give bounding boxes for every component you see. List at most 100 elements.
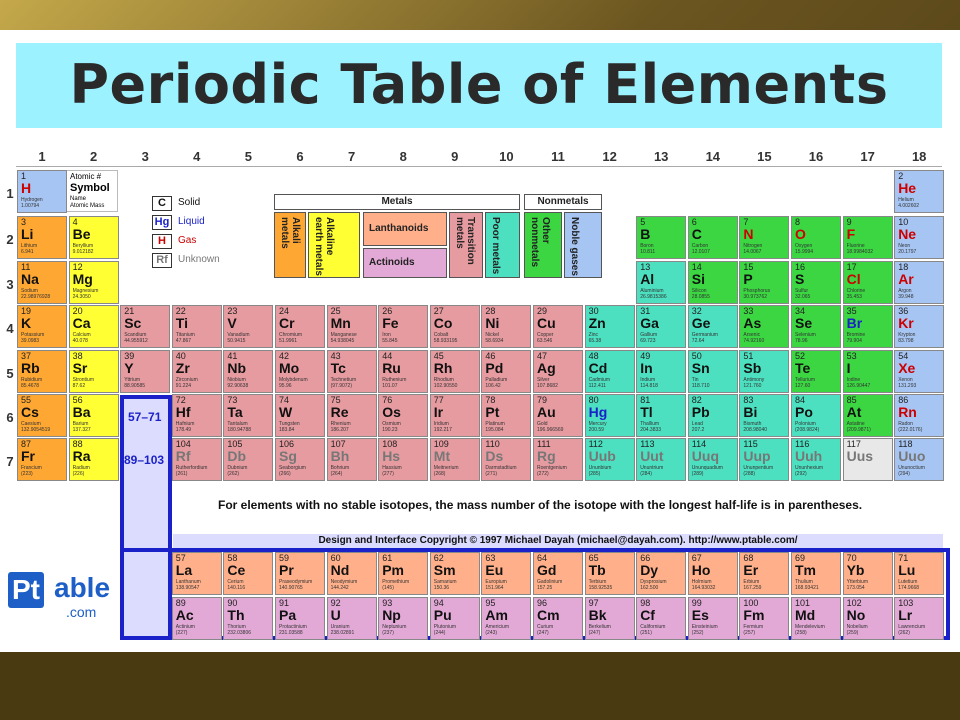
element-cell: 1 H Hydrogen 1.00794 [17,170,67,213]
element-cell: 98 Cf Californium (251) [636,597,687,640]
atomic-mass: 118.710 [691,383,710,389]
group-number: 13 [653,149,669,164]
element-symbol: Br [846,315,863,331]
element-symbol: Pd [485,360,504,376]
element-cell: 31 Ga Gallium 69.723 [636,305,687,348]
element-symbol: No [846,607,866,623]
element-cell: 50 Sn Tin 118.710 [687,350,738,393]
element-cell: 11 Na Sodium 22.98976928 [17,261,67,304]
element-cell: 26 Fe Iron 55.845 [378,305,429,348]
state-symbol: Hg [152,215,172,230]
element-cell: 52 Te Tellurium 127.60 [791,350,841,393]
element-cell: 24 Cr Chromium 51.9961 [275,305,325,348]
period-number: 6 [6,410,14,425]
atomic-mass: (289) [691,471,704,477]
element-symbol: Bh [330,448,350,464]
atomic-mass: (261) [175,471,188,477]
atomic-mass: (97.9072) [330,383,352,389]
element-symbol: Hg [588,404,608,420]
atomic-mass: 47.867 [175,338,192,344]
element-symbol: Cd [588,360,608,376]
state-symbol: C [152,196,172,211]
atomic-mass: (262) [227,471,240,477]
element-cell: 63 Eu Europium 151.964 [481,552,532,595]
element-symbol: Pr [279,562,294,578]
element-cell: 48 Cd Cadmium 112.411 [584,350,635,393]
element-symbol: Th [227,607,245,623]
element-symbol: Ag [537,360,556,376]
element-cell: 54 Xe Xenon 131.293 [894,350,945,393]
element-cell: 47 Ag Silver 107.8682 [533,350,583,393]
legend-actinoids-label: Actinoids [369,257,415,268]
element-symbol: Er [743,562,759,578]
element-cell: 6 C Carbon 12.0107 [687,216,738,259]
element-symbol: Ge [691,315,711,331]
element-symbol: Fm [743,607,765,623]
element-symbol: N [743,226,754,242]
atomic-mass: 192.217 [433,427,452,433]
atomic-mass: 140.90765 [279,585,303,591]
element-symbol: Uuo [898,448,926,464]
legend-transition-metals: Transition metals [449,212,483,278]
element-symbol: F [846,226,856,242]
copyright-bar: Design and Interface Copyright © 1997 Mi… [173,534,943,548]
element-cell: 67 Ho Holmium 164.93032 [687,552,738,595]
element-cell: 49 In Indium 114.818 [636,350,687,393]
group-number: 2 [89,149,98,164]
atomic-mass: 72.64 [691,338,705,344]
atomic-mass: 69.723 [640,338,656,344]
element-symbol: Si [691,271,706,287]
element-symbol: Nd [330,562,350,578]
element-symbol: K [21,315,32,331]
element-symbol: Pt [485,404,500,420]
group-number: 4 [193,149,201,164]
atomic-mass: 87.62 [72,383,86,389]
element-symbol: Fr [21,448,35,464]
atomic-mass: (251) [640,630,652,636]
atomic-mass: (244) [433,630,446,636]
metals-label: Metals [381,196,413,207]
group-number: 7 [347,149,356,164]
element-symbol: Rb [21,360,40,376]
group-number: 9 [451,149,459,164]
element-cell: 115 Uup Ununpentium (288) [739,438,790,481]
atomic-mass: 79.904 [846,338,862,344]
atomic-mass: 112.411 [588,383,606,389]
element-symbol: Rg [537,448,556,464]
atomic-mass: (222.0176) [898,427,923,433]
element-symbol: Sn [691,360,710,376]
atomic-mass: 50.9415 [227,338,246,344]
element-symbol: He [898,180,917,196]
element-cell: 88 Ra Radium (226) [68,438,119,481]
key-mass: Atomic Mass [70,203,105,209]
group-number: 3 [141,149,149,164]
element-symbol: B [640,226,651,242]
atomic-mass: (264) [330,471,343,477]
atomic-mass: 131.293 [898,383,917,389]
key-number: Atomic # [70,172,102,181]
atomic-mass: 35.453 [846,294,862,300]
element-cell: 91 Pa Protactinium 231.03588 [275,597,325,640]
lanthanide-range-label: 57–71 [128,410,162,424]
element-symbol: I [846,360,851,376]
atomic-mass: 39.0983 [21,338,40,344]
slide-footer-band [0,652,960,720]
atomic-mass: 207.2 [691,427,705,433]
element-cell: 101 Md Mendelevium (258) [791,597,841,640]
element-symbol: Sb [743,360,762,376]
element-symbol: Lu [898,562,916,578]
atomic-mass: 88.90585 [124,383,146,389]
element-cell: 99 Es Einsteinium (252) [687,597,738,640]
period-number: 1 [6,186,14,201]
element-cell: 83 Bi Bismuth 208.98040 [739,394,790,437]
atomic-mass: 32.065 [795,294,811,300]
element-cell: 40 Zr Zirconium 91.224 [171,350,222,393]
atomic-mass: 174.9668 [898,585,920,591]
element-symbol: Se [795,315,813,331]
element-symbol: H [21,180,32,196]
atomic-mass: 164.93032 [691,585,716,591]
element-cell: 27 Co Cobalt 58.933195 [429,305,480,348]
atomic-mass: (294) [898,471,910,477]
element-cell: 56 Ba Barium 137.327 [68,394,119,437]
atomic-mass: 51.9961 [279,338,298,344]
